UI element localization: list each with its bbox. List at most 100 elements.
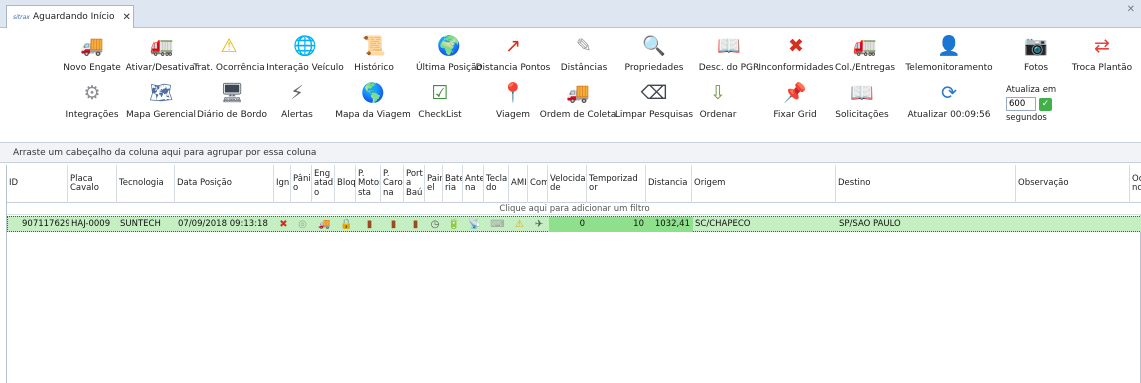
column-header-placa-cavalo[interactable]: Placa Cavalo [68, 165, 117, 203]
ribbon-button-label: Col./Entregas [834, 63, 896, 73]
vehicle-grid: ID Placa Cavalo Tecnologia Data Posição Ign P… [6, 165, 1141, 383]
ribbon-button-label: Fotos [1023, 63, 1049, 73]
sort-icon: ⇩ [710, 81, 726, 104]
camera-icon: 📷 [1024, 34, 1048, 57]
gears-icon: ⚙ [83, 81, 101, 104]
monitor-icon: 🖥 [219, 81, 245, 104]
ribbon-button-label: CheckList [418, 110, 462, 120]
warning-icon: ⚠ [220, 34, 238, 57]
ribbon-button-label: Distâncias [560, 63, 608, 73]
column-header-velocidade[interactable]: Velocida de [548, 165, 587, 203]
panic-icon[interactable]: ◎ [292, 217, 313, 232]
app-logo: sitrax [13, 13, 30, 21]
row-distancia: 1032,41 [654, 219, 690, 229]
driver-door-icon[interactable]: ▮ [357, 217, 382, 232]
requests-button[interactable]: 📖 Solicitações [817, 81, 907, 120]
column-header-antena[interactable]: Ante na [463, 165, 484, 203]
error-icon: ✖ [788, 34, 804, 57]
ribbon-button-label: Telemonitoramento [905, 63, 993, 73]
column-header-id[interactable]: ID [7, 165, 68, 203]
ignition-off-icon[interactable]: ✖ [275, 217, 292, 232]
refresh-seconds-input[interactable] [1006, 97, 1036, 111]
map-pin-icon: 📍 [501, 81, 525, 104]
tab-aguardando-inicio[interactable]: sitrax Aguardando Início ✕ [6, 5, 134, 28]
refresh-button[interactable]: ⟳ Atualizar 00:09:56 [904, 81, 994, 120]
column-header-ocorr-ncia[interactable]: Oc nc [1130, 165, 1141, 203]
ribbon-toolbar: 🚚 Novo Engate 🚛 Ativar/Desativar ⚠ Trat. Ocor… [0, 28, 1141, 140]
row-data-posicao: 07/09/2018 09:13:18 [178, 219, 268, 229]
keyboard-icon[interactable]: ⌨ [485, 217, 510, 232]
column-header-p-motorista[interactable]: P. Motori sta [356, 165, 381, 203]
column-header-p-carona[interactable]: P. Caro na [381, 165, 404, 203]
clear-icon: ⌫ [640, 81, 668, 104]
window-close-icon[interactable]: ✕ [1127, 4, 1135, 15]
group-by-hint: Arraste um cabeçalho da coluna aqui para… [13, 147, 317, 158]
ribbon-button-label: Mapa Gerencial [125, 110, 197, 120]
row-temporizador: 10 [633, 219, 644, 229]
lock-icon[interactable]: 🔒 [336, 217, 357, 232]
requests-icon: 📖 [850, 81, 874, 104]
column-header-ign[interactable]: Ign [274, 165, 291, 203]
ribbon-button-label: Trat. Ocorrência [193, 63, 265, 73]
row-placa: HAJ-0009 [71, 219, 111, 229]
map-icon: 🗺 [148, 81, 174, 104]
history-icon: 📜 [362, 34, 386, 57]
trunk-door-icon[interactable]: ▮ [405, 217, 426, 232]
column-header-destino[interactable]: Destino [836, 165, 1016, 203]
ribbon-button-label: Novo Engate [63, 63, 121, 73]
user-button[interactable]: 👤 Telemonitoramento [904, 34, 994, 73]
ribbon-button-label: Solicitações [835, 110, 889, 120]
column-header-teclado[interactable]: Tecla do [484, 165, 509, 203]
truck-check-icon: 🚛 [150, 34, 174, 57]
ribbon-button-label: Viagem [496, 110, 530, 120]
refresh-icon: ⟳ [941, 81, 957, 104]
truck-load-button[interactable]: 🚛 Col./Entregas [820, 34, 910, 73]
column-header-painel[interactable]: Pain el [425, 165, 443, 203]
column-header-bloq[interactable]: Bloq [335, 165, 356, 203]
ribbon-button-label: Propriedades [624, 63, 684, 73]
confirm-check-icon[interactable]: ✓ [1039, 97, 1052, 111]
column-header-tecnologia[interactable]: Tecnologia [117, 165, 175, 203]
passenger-door-icon[interactable]: ▮ [382, 217, 405, 232]
column-header-observa-o[interactable]: Observação [1016, 165, 1130, 203]
ribbon-button-label: Ordenar [699, 110, 737, 120]
communication-icon[interactable]: ✈ [529, 217, 549, 232]
truck-icon: 🚚 [80, 34, 104, 57]
group-by-panel[interactable]: Arraste um cabeçalho da coluna aqui para… [0, 142, 1141, 163]
column-header-port-a-ba-[interactable]: Port a Baú [404, 165, 425, 203]
truck-icon[interactable]: 🚚 [313, 217, 336, 232]
ami-warning-icon[interactable]: ⚠ [510, 217, 529, 232]
column-header-distancia[interactable]: Distancia [646, 165, 692, 203]
pin-icon: 📌 [783, 81, 807, 104]
book-icon: 📖 [717, 34, 741, 57]
column-header-temporizador[interactable]: Temporizad or [587, 165, 646, 203]
grid-header: ID Placa Cavalo Tecnologia Data Posição Ign P… [7, 165, 1141, 203]
tab-close-icon[interactable]: ✕ [122, 12, 130, 23]
filter-row[interactable]: Clique aqui para adicionar um filtro [7, 203, 1141, 215]
tab-label: Aguardando Início [33, 12, 115, 22]
antenna-icon[interactable]: 📡 [464, 217, 485, 232]
ribbon-button-label: Alertas [281, 110, 313, 120]
column-header-com[interactable]: Com [528, 165, 548, 203]
ribbon-button-label: Fixar Grid [773, 110, 817, 120]
row-origem: SC/CHAPECO [695, 219, 751, 229]
battery-icon[interactable]: 🔋 [444, 217, 464, 232]
panel-icon[interactable]: ◷ [426, 217, 444, 232]
column-header-origem[interactable]: Origem [692, 165, 836, 203]
table-row[interactable]: 907117629 HAJ-0009 SUNTECH 07/09/2018 09:13… [7, 216, 1141, 232]
column-header-p-nico[interactable]: Pânic o [291, 165, 312, 203]
ruler-icon: ✎ [576, 34, 592, 57]
alert-icon: ⚡ [290, 81, 304, 104]
column-header-ami[interactable]: AMI [509, 165, 528, 203]
swap-button[interactable]: ⇄ Troca Plantão [1057, 34, 1141, 73]
column-header-engatado[interactable]: Eng atad o [312, 165, 335, 203]
auto-refresh-box: Atualiza em ✓ segundos [1006, 85, 1076, 123]
column-header-data-posi-o[interactable]: Data Posição [175, 165, 274, 203]
refresh-label: Atualiza em [1006, 85, 1057, 95]
column-header-bateria[interactable]: Bate ria [443, 165, 463, 203]
swap-icon: ⇄ [1094, 34, 1110, 57]
properties-icon: 🔍 [642, 34, 666, 57]
ribbon-button-label: Histórico [354, 63, 394, 73]
row-id: 907117629 [22, 219, 69, 229]
ribbon-button-label: Integrações [65, 110, 119, 120]
